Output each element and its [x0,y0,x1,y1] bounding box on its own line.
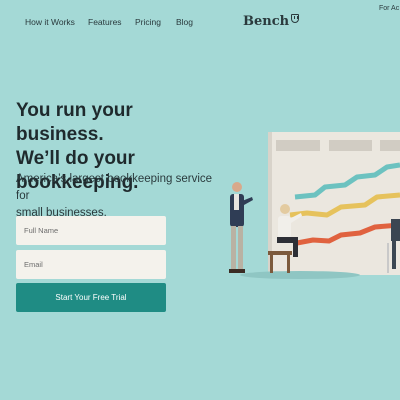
bench-logo[interactable]: Bench [243,12,300,30]
headline-line-2: We’ll do your [16,148,135,169]
full-name-input[interactable] [16,216,166,245]
top-navigation: How it Works Features Pricing Blog Bench… [0,0,400,44]
subhead-line-1: America’s largest bookkeeping service fo… [16,173,213,202]
hero-subheading: America’s largest bookkeeping service fo… [16,171,226,222]
nav-link-for-accountants[interactable]: For Ac [379,5,399,12]
nav-link-pricing[interactable]: Pricing [135,17,161,27]
wall-card [276,140,320,151]
nav-link-features[interactable]: Features [88,17,122,27]
standing-man [229,182,253,273]
start-free-trial-button[interactable]: Start Your Free Trial [16,283,166,312]
email-input[interactable] [16,250,166,279]
logo-wordmark: Bench [243,13,290,29]
shield-icon [291,13,300,23]
wall-card [380,140,400,151]
hero-illustration [229,132,400,279]
wall-card [329,140,372,151]
headline-line-1: You run your business. [16,100,133,145]
nav-link-how-it-works[interactable]: How it Works [25,17,75,27]
nav-link-blog[interactable]: Blog [176,17,193,27]
floor-shadow [240,271,360,279]
